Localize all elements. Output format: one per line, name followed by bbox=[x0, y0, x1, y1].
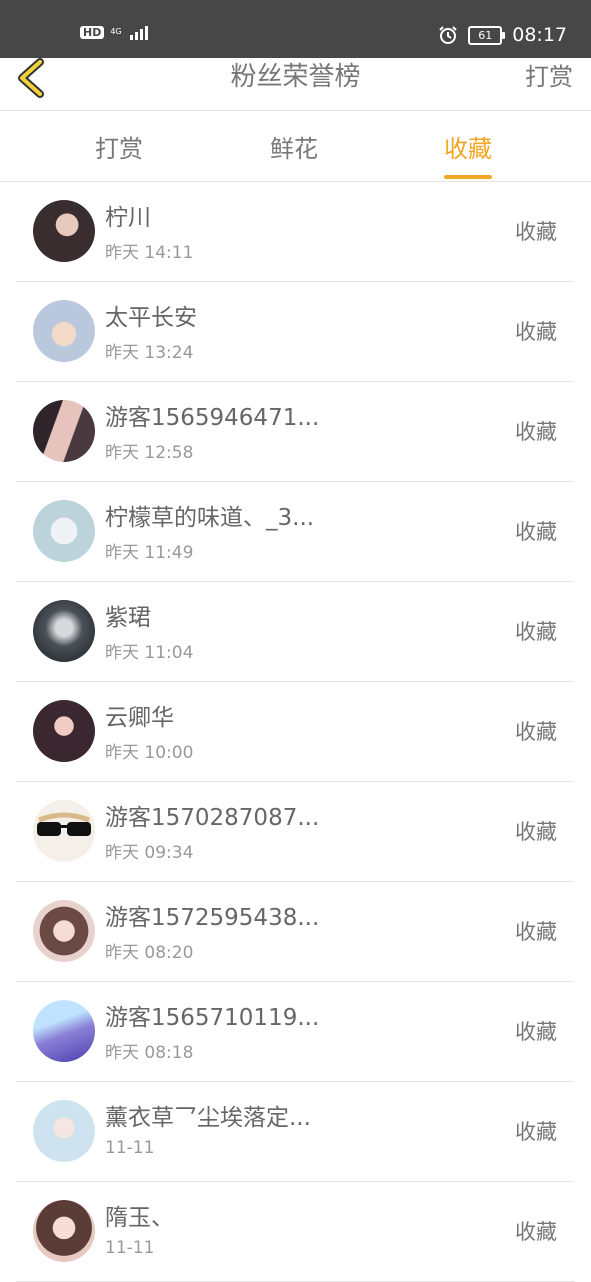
timestamp: 昨天 08:20 bbox=[105, 943, 194, 963]
favorite-label: 收藏 bbox=[515, 920, 557, 944]
timestamp: 昨天 11:04 bbox=[105, 643, 194, 663]
status-left: HD 4G bbox=[80, 24, 148, 40]
favorite-label: 收藏 bbox=[515, 520, 557, 544]
avatar bbox=[33, 1200, 95, 1262]
alarm-icon bbox=[439, 26, 457, 44]
favorite-label: 收藏 bbox=[515, 620, 557, 644]
avatar bbox=[33, 200, 95, 262]
timestamp: 昨天 14:11 bbox=[105, 243, 194, 263]
sunglasses-icon bbox=[37, 812, 91, 836]
network-indicator: 4G bbox=[110, 28, 121, 36]
avatar bbox=[33, 800, 95, 862]
timestamp: 11-11 bbox=[105, 1238, 155, 1258]
list-item[interactable]: 游客1565710119... 昨天 08:18 收藏 bbox=[16, 982, 574, 1082]
avatar bbox=[33, 900, 95, 962]
timestamp: 昨天 12:58 bbox=[105, 443, 194, 463]
page-title: 粉丝荣誉榜 bbox=[230, 62, 361, 92]
tab-favorites[interactable]: 收藏 bbox=[444, 129, 492, 179]
favorite-label: 收藏 bbox=[515, 1220, 557, 1244]
list-item[interactable]: 柠川 昨天 14:11 收藏 bbox=[16, 182, 574, 282]
tab-flowers[interactable]: 鲜花 bbox=[270, 129, 318, 164]
tab-bar: 打赏 鲜花 收藏 bbox=[0, 111, 591, 182]
tab-reward[interactable]: 打赏 bbox=[95, 129, 143, 164]
list-item[interactable]: 薰衣草乛尘埃落定... 11-11 收藏 bbox=[16, 1082, 574, 1182]
favorite-label: 收藏 bbox=[515, 320, 557, 344]
user-name: 游客1565710119... bbox=[105, 1005, 320, 1031]
user-name: 游客1570287087... bbox=[105, 805, 320, 831]
tab-label: 打赏 bbox=[95, 135, 143, 163]
user-name: 云卿华 bbox=[105, 705, 174, 731]
favorite-label: 收藏 bbox=[515, 820, 557, 844]
list-item[interactable]: 游客1565946471... 昨天 12:58 收藏 bbox=[16, 382, 574, 482]
list-item[interactable]: 紫珺 昨天 11:04 收藏 bbox=[16, 582, 574, 682]
avatar bbox=[33, 700, 95, 762]
timestamp: 昨天 13:24 bbox=[105, 343, 194, 363]
list-item[interactable]: 太平长安 昨天 13:24 收藏 bbox=[16, 282, 574, 382]
user-name: 隋玉、 bbox=[105, 1205, 174, 1231]
user-name: 太平长安 bbox=[105, 305, 197, 331]
avatar bbox=[33, 300, 95, 362]
favorite-label: 收藏 bbox=[515, 720, 557, 744]
tab-label: 收藏 bbox=[444, 135, 492, 163]
list-item[interactable]: 云卿华 昨天 10:00 收藏 bbox=[16, 682, 574, 782]
user-name: 紫珺 bbox=[105, 605, 151, 631]
list-item[interactable]: 游客1570287087... 昨天 09:34 收藏 bbox=[16, 782, 574, 882]
network-label: 4G bbox=[110, 27, 122, 36]
reward-button[interactable]: 打赏 bbox=[525, 58, 573, 96]
avatar bbox=[33, 1000, 95, 1062]
avatar bbox=[33, 500, 95, 562]
list-item[interactable]: 隋玉、 11-11 收藏 bbox=[16, 1182, 574, 1282]
user-name: 柠檬草的味道、_3... bbox=[105, 505, 315, 531]
user-name: 游客1565946471... bbox=[105, 405, 320, 431]
favorite-label: 收藏 bbox=[515, 1120, 557, 1144]
header-bar: 粉丝荣誉榜 打赏 bbox=[0, 58, 591, 111]
timestamp: 昨天 08:18 bbox=[105, 1043, 194, 1063]
battery-level: 61 bbox=[478, 28, 493, 42]
timestamp: 昨天 10:00 bbox=[105, 743, 194, 763]
favorite-label: 收藏 bbox=[515, 420, 557, 444]
avatar bbox=[33, 1100, 95, 1162]
list-item[interactable]: 柠檬草的味道、_3... 昨天 11:49 收藏 bbox=[16, 482, 574, 582]
user-name: 薰衣草乛尘埃落定... bbox=[105, 1105, 311, 1131]
active-tab-indicator bbox=[444, 175, 492, 179]
list-item[interactable]: 游客1572595438... 昨天 08:20 收藏 bbox=[16, 882, 574, 982]
timestamp: 11-11 bbox=[105, 1138, 155, 1158]
hd-badge: HD bbox=[80, 25, 105, 39]
timestamp: 昨天 11:49 bbox=[105, 543, 194, 563]
status-right: 61 08:17 bbox=[438, 24, 567, 46]
status-bar: HD 4G 61 08:17 bbox=[0, 0, 591, 58]
fan-list: 柠川 昨天 14:11 收藏 太平长安 昨天 13:24 收藏 游客156594… bbox=[16, 182, 574, 1282]
favorite-label: 收藏 bbox=[515, 220, 557, 244]
battery-icon: 61 bbox=[468, 25, 506, 45]
signal-icon bbox=[129, 24, 148, 40]
clock: 08:17 bbox=[512, 24, 567, 46]
timestamp: 昨天 09:34 bbox=[105, 843, 194, 863]
user-name: 柠川 bbox=[105, 205, 151, 231]
user-name: 游客1572595438... bbox=[105, 905, 320, 931]
favorite-label: 收藏 bbox=[515, 1020, 557, 1044]
avatar bbox=[33, 600, 95, 662]
avatar bbox=[33, 400, 95, 462]
tab-label: 鲜花 bbox=[270, 135, 318, 163]
